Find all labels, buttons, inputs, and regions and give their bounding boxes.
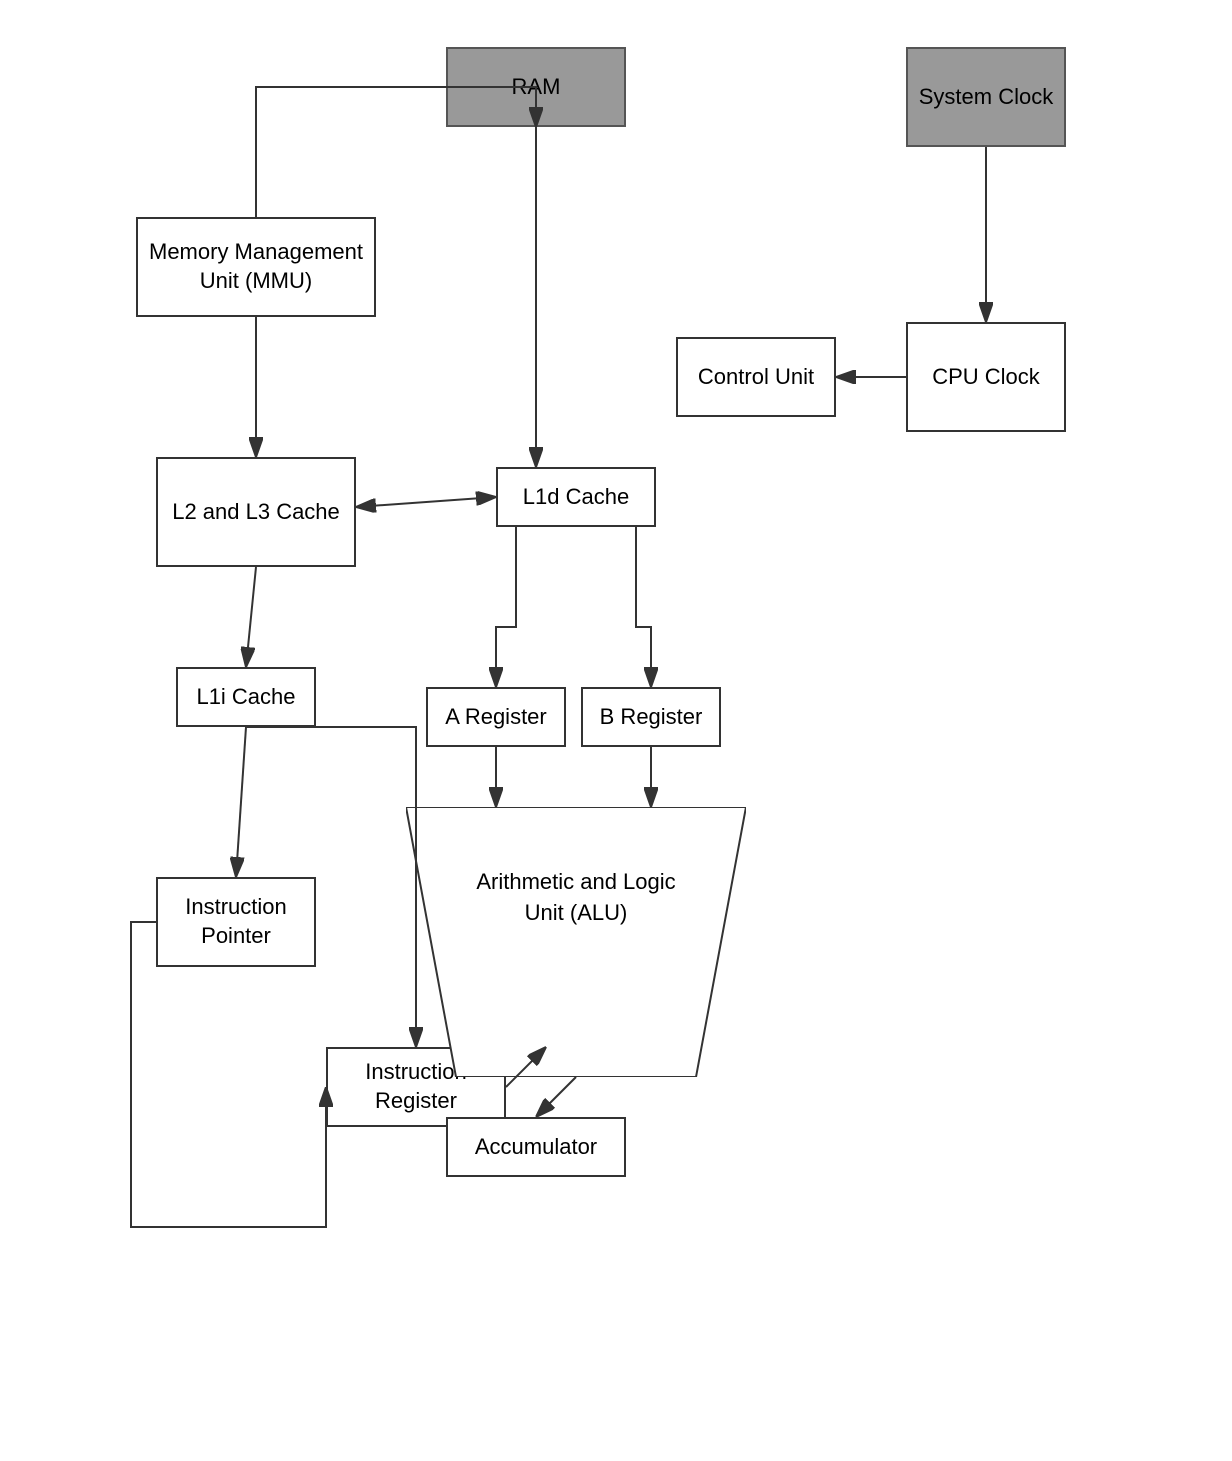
a-register-box: A Register [426,687,566,747]
l2l3-cache-label: L2 and L3 Cache [172,498,340,527]
alu-label: Arithmetic and Logic Unit (ALU) [476,869,675,925]
l1d-cache-label: L1d Cache [523,483,629,512]
mmu-label: Memory Management Unit (MMU) [146,238,366,295]
cpu-clock-label: CPU Clock [932,363,1040,392]
diagram-container: RAM System Clock Memory Management Unit … [116,27,1116,1407]
cpu-clock-box: CPU Clock [906,322,1066,432]
ram-label: RAM [512,73,561,102]
alu-box: Arithmetic and Logic Unit (ALU) [406,807,746,1077]
instruction-pointer-box: Instruction Pointer [156,877,316,967]
l2l3-cache-box: L2 and L3 Cache [156,457,356,567]
alu-shape [406,807,746,1077]
system-clock-label: System Clock [919,83,1053,112]
system-clock-box: System Clock [906,47,1066,147]
l1i-cache-label: L1i Cache [196,683,295,712]
l1i-cache-box: L1i Cache [176,667,316,727]
b-register-box: B Register [581,687,721,747]
b-register-label: B Register [600,703,703,732]
control-unit-box: Control Unit [676,337,836,417]
instruction-pointer-label: Instruction Pointer [166,893,306,950]
control-unit-label: Control Unit [698,363,814,392]
accumulator-box: Accumulator [446,1117,626,1177]
a-register-label: A Register [445,703,547,732]
ram-box: RAM [446,47,626,127]
l1d-cache-box: L1d Cache [496,467,656,527]
accumulator-label: Accumulator [475,1133,597,1162]
mmu-box: Memory Management Unit (MMU) [136,217,376,317]
